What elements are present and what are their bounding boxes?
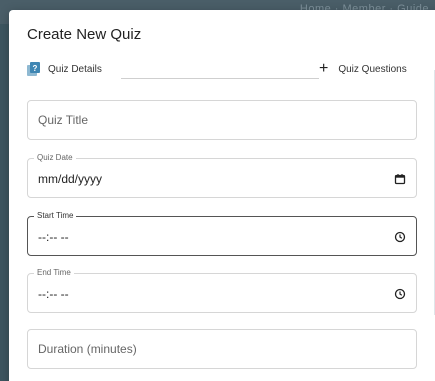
calendar-icon[interactable] (394, 172, 406, 185)
quiz-question-icon: ? (27, 62, 40, 76)
end-time-value: --:-- -- (38, 287, 69, 301)
start-time-input[interactable]: Start Time --:-- -- (27, 211, 417, 256)
step-quiz-details-label: Quiz Details (48, 63, 102, 75)
quiz-title-input[interactable]: Quiz Title (27, 100, 417, 140)
end-time-input[interactable]: End Time --:-- -- (27, 268, 417, 313)
start-time-value: --:-- -- (38, 230, 69, 244)
dialog-title: Create New Quiz (27, 26, 142, 43)
stepper-connector (121, 78, 319, 79)
duration-input[interactable]: Duration (minutes) (27, 329, 417, 369)
end-time-label: End Time (34, 268, 74, 278)
clock-icon[interactable] (394, 230, 406, 243)
duration-placeholder: Duration (minutes) (38, 342, 137, 356)
quiz-title-placeholder: Quiz Title (38, 113, 89, 127)
clock-icon[interactable] (394, 287, 406, 300)
quiz-date-value: mm/dd/yyyy (38, 172, 103, 186)
start-time-label: Start Time (34, 211, 77, 221)
sidebar-strip (0, 24, 9, 381)
svg-text:?: ? (33, 64, 38, 73)
create-quiz-dialog: Create New Quiz ? Quiz Details + Quiz Qu… (9, 10, 435, 381)
quiz-date-input[interactable]: Quiz Date mm/dd/yyyy (27, 153, 417, 198)
step-quiz-questions[interactable]: + Quiz Questions (319, 60, 407, 77)
quiz-date-label: Quiz Date (34, 153, 76, 163)
step-quiz-details[interactable]: ? Quiz Details (27, 62, 102, 76)
plus-icon: + (319, 60, 329, 77)
step-quiz-questions-label: Quiz Questions (338, 63, 407, 75)
